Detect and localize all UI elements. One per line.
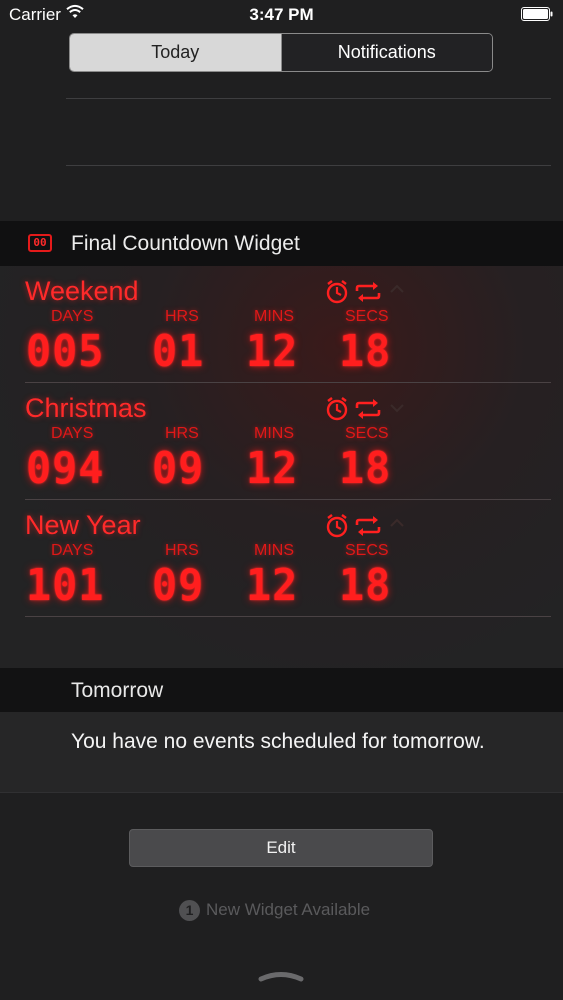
- row-icon-group: [326, 280, 404, 304]
- mins-label: MINS: [254, 308, 294, 325]
- repeat-icon[interactable]: [355, 282, 381, 302]
- row-icon-group: [326, 514, 404, 538]
- widget-title: Final Countdown Widget: [71, 232, 300, 255]
- tomorrow-header: Tomorrow: [0, 668, 563, 712]
- chevron-up-icon[interactable]: [390, 518, 404, 527]
- row-icon-group: [326, 397, 404, 421]
- chevron-down-icon[interactable]: [390, 404, 404, 413]
- countdown-name: New Year: [25, 510, 141, 540]
- new-widget-available-link[interactable]: 1 New Widget Available: [179, 898, 370, 922]
- hrs-digits: 09: [152, 443, 205, 494]
- secs-digits: 18: [339, 443, 392, 494]
- hrs-label: HRS: [165, 542, 199, 559]
- days-label: DAYS: [51, 425, 94, 442]
- days-digits: 094: [26, 443, 105, 494]
- mins-digits: 12: [246, 326, 299, 377]
- separator: [66, 165, 551, 166]
- countdown-name: Weekend: [25, 276, 139, 306]
- tab-notifications[interactable]: Notifications: [280, 34, 492, 71]
- days-label: DAYS: [51, 308, 94, 325]
- edit-button[interactable]: Edit: [129, 829, 433, 867]
- alarm-clock-icon[interactable]: [326, 514, 348, 538]
- secs-label: SECS: [345, 542, 389, 559]
- repeat-icon[interactable]: [355, 399, 381, 419]
- alarm-clock-icon[interactable]: [326, 280, 348, 304]
- countdown-row-new-year[interactable]: New Year DAYS HRS MINS SECS 101 09 12 18: [0, 500, 563, 617]
- status-time: 3:47 PM: [249, 5, 314, 24]
- tomorrow-title: Tomorrow: [71, 679, 164, 702]
- secs-label: SECS: [345, 425, 389, 442]
- row-divider: [25, 616, 551, 617]
- countdown-widget-body: Weekend DAYS HRS MINS SECS 005 01 12 18 …: [0, 266, 563, 668]
- tomorrow-body: You have no events scheduled for tomorro…: [0, 712, 563, 792]
- battery-icon: [521, 7, 553, 21]
- mins-label: MINS: [254, 542, 294, 559]
- hrs-digits: 09: [152, 560, 205, 611]
- status-bar: Carrier 3:47 PM: [0, 0, 563, 30]
- tomorrow-message: You have no events scheduled for tomorro…: [71, 730, 485, 753]
- secs-digits: 18: [339, 560, 392, 611]
- separator: [0, 792, 563, 793]
- countdown-row-weekend[interactable]: Weekend DAYS HRS MINS SECS 005 01 12 18: [0, 266, 563, 383]
- mins-digits: 12: [246, 560, 299, 611]
- secs-label: SECS: [345, 308, 389, 325]
- separator: [66, 98, 551, 99]
- mins-label: MINS: [254, 425, 294, 442]
- countdown-row-christmas[interactable]: Christmas DAYS HRS MINS SECS 094 09 12 1…: [0, 383, 563, 500]
- days-digits: 005: [26, 326, 105, 377]
- countdown-name: Christmas: [25, 393, 147, 423]
- days-digits: 101: [26, 560, 105, 611]
- hrs-label: HRS: [165, 308, 199, 325]
- hrs-label: HRS: [165, 425, 199, 442]
- alarm-clock-icon[interactable]: [326, 397, 348, 421]
- repeat-icon[interactable]: [355, 516, 381, 536]
- tab-today[interactable]: Today: [70, 34, 281, 71]
- widget-header[interactable]: 00 Final Countdown Widget: [0, 221, 563, 266]
- days-label: DAYS: [51, 542, 94, 559]
- view-segmented-control: Today Notifications: [69, 33, 493, 72]
- countdown-app-icon: 00: [28, 234, 52, 252]
- secs-digits: 18: [339, 326, 392, 377]
- grabber-handle-icon[interactable]: [257, 968, 305, 984]
- hrs-digits: 01: [152, 326, 205, 377]
- new-widget-label: New Widget Available: [206, 900, 371, 919]
- chevron-up-icon[interactable]: [390, 284, 404, 293]
- mins-digits: 12: [246, 443, 299, 494]
- badge-count-icon: 1: [179, 899, 200, 921]
